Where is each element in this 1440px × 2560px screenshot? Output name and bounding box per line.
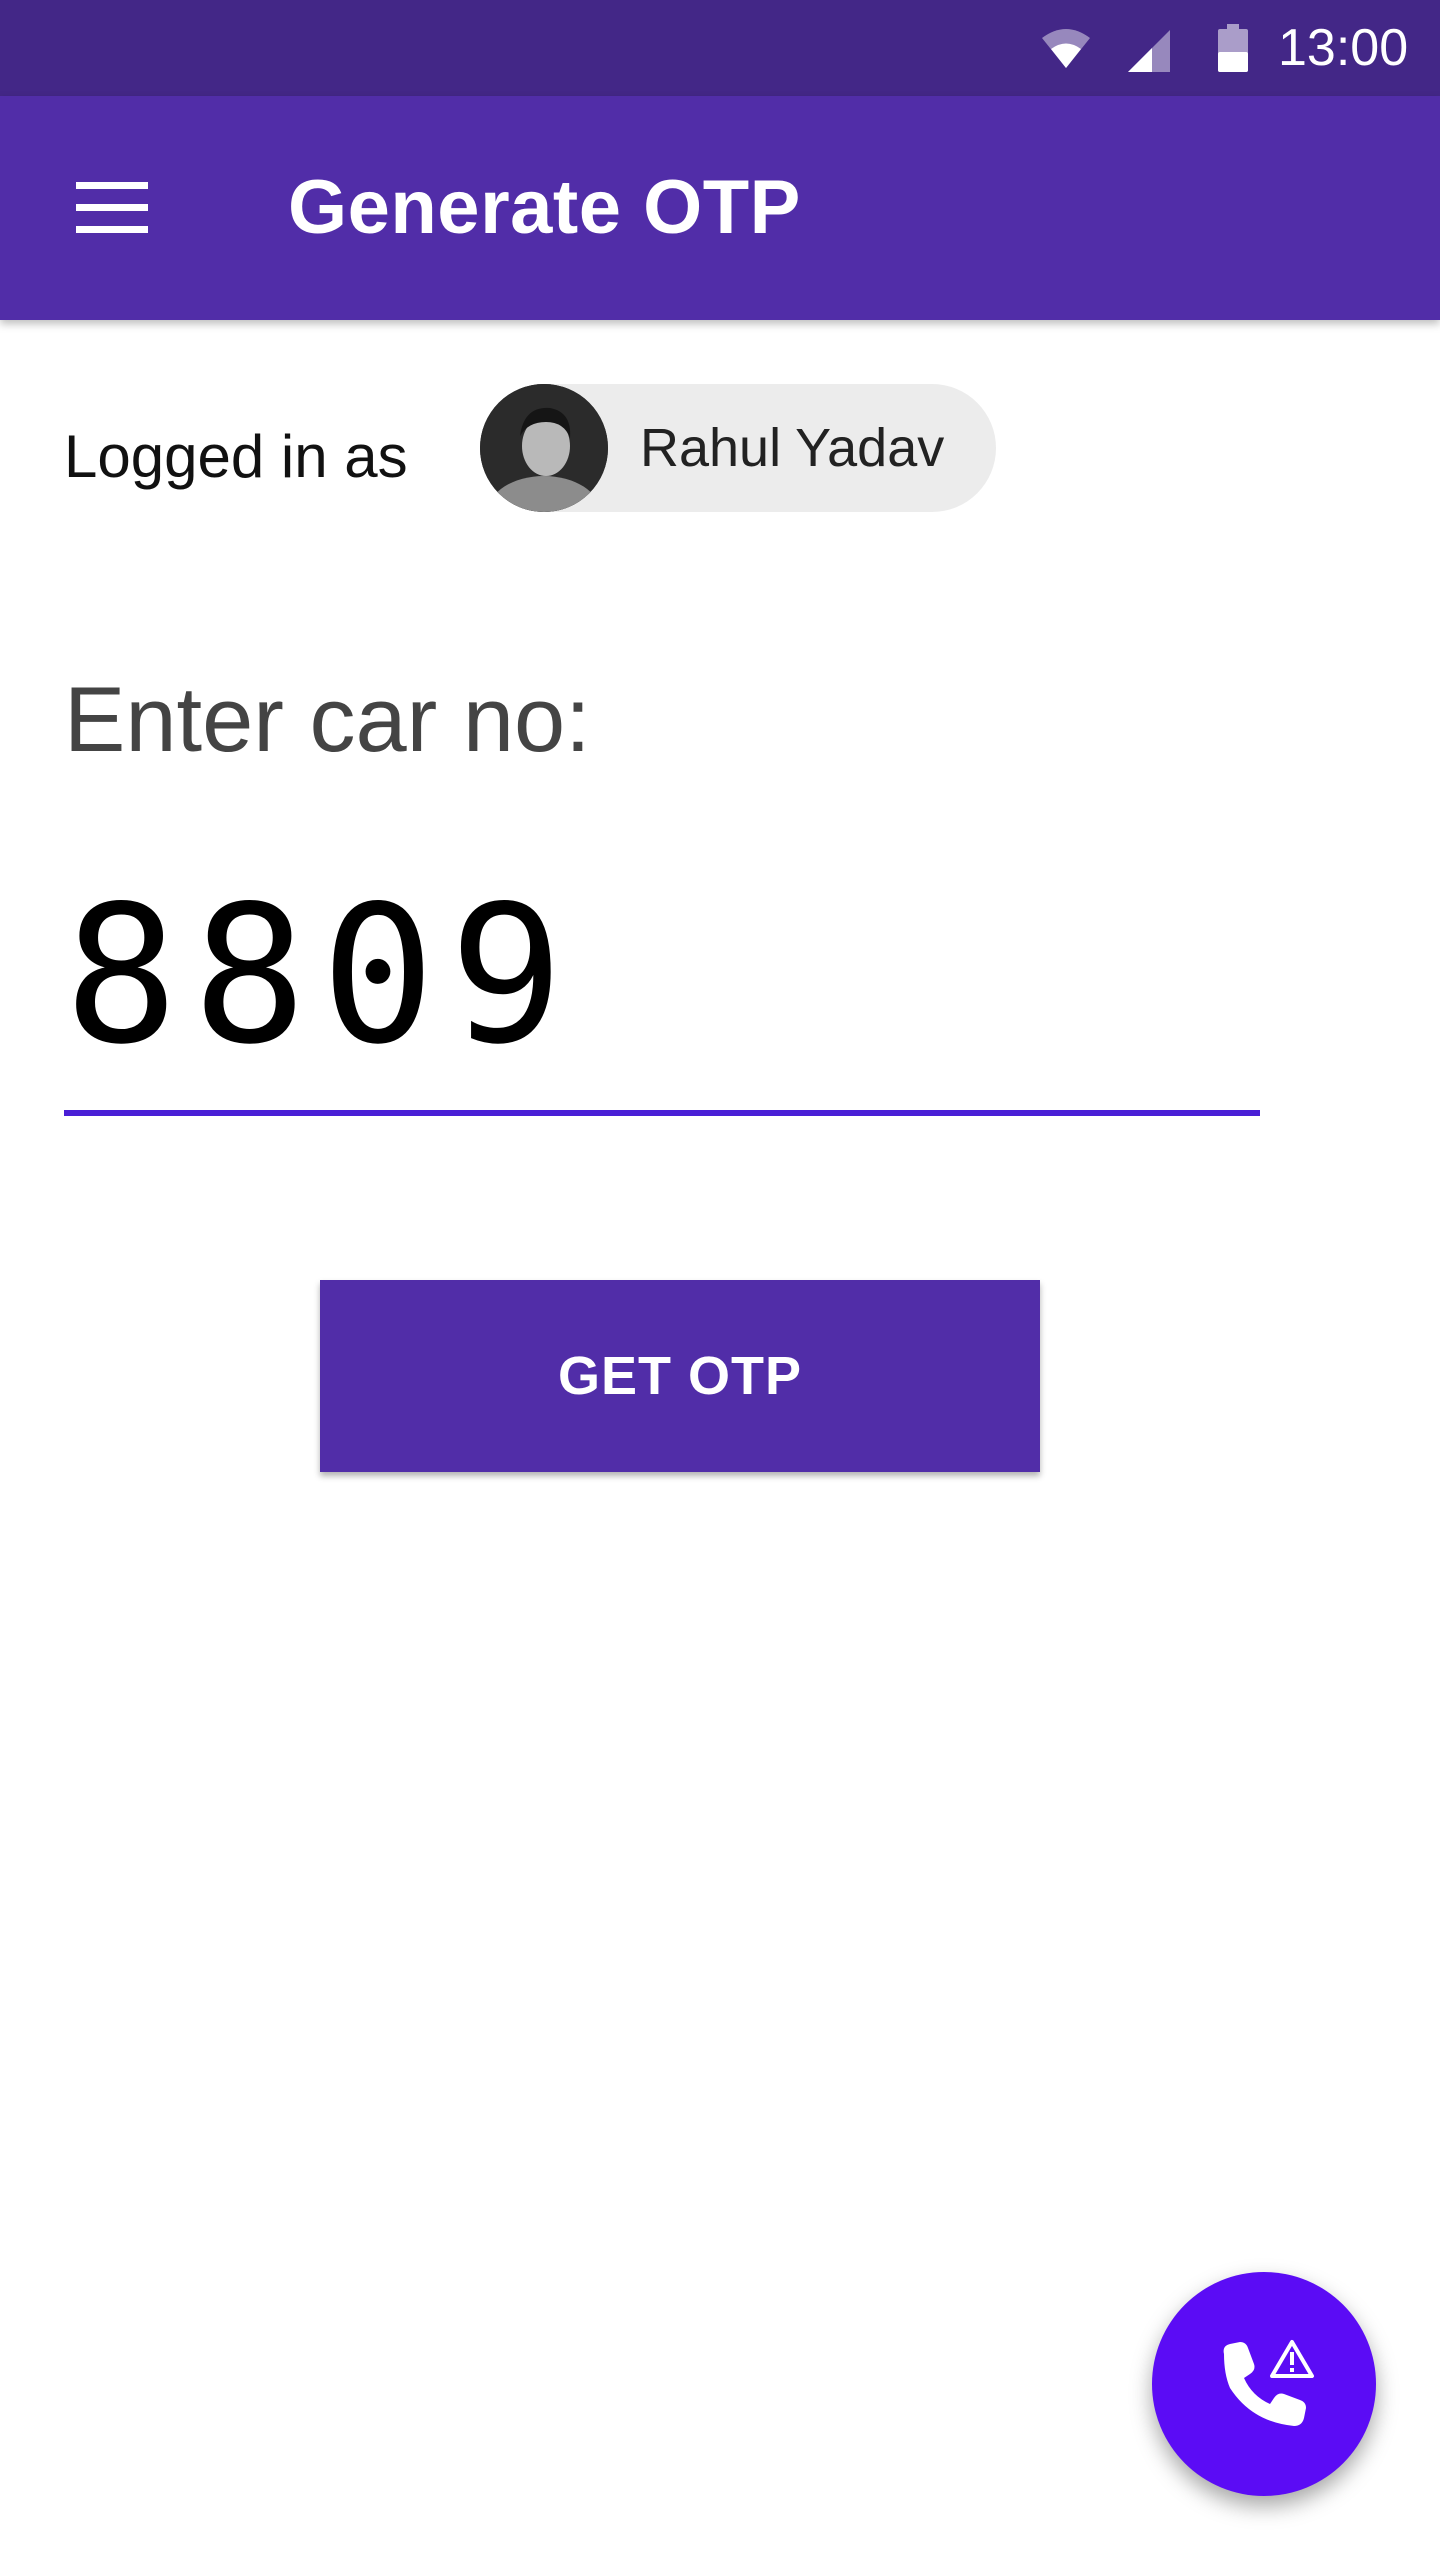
car-number-input[interactable] <box>64 840 1260 1116</box>
page-title: Generate OTP <box>288 165 801 250</box>
user-chip[interactable]: Rahul Yadav <box>480 384 996 512</box>
status-bar: 13:00 <box>0 0 1440 96</box>
emergency-call-button[interactable] <box>1152 2272 1376 2496</box>
signal-icon <box>1128 30 1170 72</box>
avatar <box>480 384 608 512</box>
get-otp-button[interactable]: GET OTP <box>320 1280 1040 1472</box>
user-name: Rahul Yadav <box>640 418 945 478</box>
status-time: 13:00 <box>1278 19 1409 77</box>
app-bar: Generate OTP <box>0 96 1440 320</box>
hamburger-menu-icon <box>76 182 148 233</box>
car-number-label: Enter car no: <box>64 669 591 771</box>
battery-icon <box>1218 24 1248 72</box>
wifi-icon <box>1042 29 1090 68</box>
logged-in-label: Logged in as <box>64 423 408 490</box>
phone-alert-icon <box>1223 2340 1314 2426</box>
menu-button[interactable] <box>44 140 180 276</box>
